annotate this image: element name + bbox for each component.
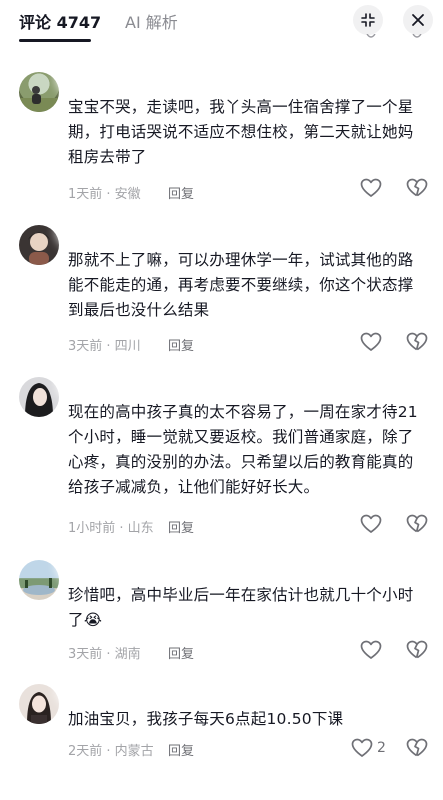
username-redacted (62, 368, 248, 396)
avatar-image (27, 692, 51, 724)
avatar[interactable] (19, 377, 59, 417)
collapse-arrows-icon (361, 13, 375, 27)
reply-button[interactable]: 回复 (168, 740, 194, 759)
comments-header: 评论 4747 AI 解析 (0, 0, 443, 42)
avatar[interactable] (19, 560, 59, 600)
comment-text: 珍惜吧，高中毕业后一年在家估计也就几十个小时了😭 (68, 586, 414, 629)
time-location: 3天前 · 湖南 (68, 647, 141, 662)
reply-button[interactable]: 回复 (168, 643, 194, 662)
reply-button[interactable]: 回复 (168, 335, 194, 354)
comment-text: 现在的高中孩子真的太不容易了，一周在家才待21个小时，睡一觉就又要返校。我们普通… (68, 403, 418, 496)
dislike-button[interactable] (406, 332, 428, 356)
close-icon (412, 14, 424, 26)
username-redacted (62, 551, 248, 579)
time-location: 1天前 · 安徽 (68, 187, 141, 202)
broken-heart-outline-icon (412, 34, 422, 38)
like-button[interactable] (360, 514, 382, 534)
close-button[interactable] (403, 5, 433, 35)
reply-button[interactable]: 回复 (168, 183, 194, 202)
comment-text: 加油宝贝，我孩子每天6点起10.50下课 (68, 710, 344, 728)
like-button[interactable] (360, 332, 382, 352)
avatar[interactable] (19, 684, 59, 724)
broken-heart-outline-icon (406, 640, 428, 659)
dislike-button[interactable] (406, 640, 428, 664)
tab-comments[interactable]: 评论 4747 (19, 9, 101, 33)
heart-outline-icon (360, 640, 382, 659)
username-redacted (62, 216, 248, 244)
like-count: 2 (377, 740, 386, 756)
time-location: 2天前 · 内蒙古 (68, 744, 154, 759)
like-button[interactable] (360, 640, 382, 660)
broken-heart-outline-icon (406, 514, 428, 533)
heart-outline-icon (360, 178, 382, 197)
avatar-image (19, 86, 59, 112)
heart-outline-icon (366, 34, 376, 38)
expand-button[interactable] (353, 5, 383, 35)
reply-button[interactable]: 回复 (168, 517, 194, 536)
like-button[interactable] (360, 178, 382, 198)
dislike-button[interactable] (406, 514, 428, 538)
avatar-image (25, 383, 53, 417)
broken-heart-outline-icon (406, 738, 428, 757)
avatar-image (23, 578, 55, 595)
like-button[interactable]: 2 (351, 738, 386, 758)
time-location: 3天前 · 四川 (68, 339, 141, 354)
broken-heart-outline-icon (406, 178, 428, 197)
username-redacted (62, 675, 248, 703)
time-location: 1小时前 · 山东 (68, 521, 154, 536)
heart-outline-icon (351, 738, 373, 757)
heart-outline-icon (360, 514, 382, 533)
comment-text: 宝宝不哭，走读吧，我丫头高一住宿舍撑了一个星期，打电话哭说不适应不想住校，第二天… (68, 98, 414, 166)
dislike-button[interactable] (406, 178, 428, 202)
dislike-button[interactable] (406, 738, 428, 762)
username-redacted (62, 63, 248, 91)
active-tab-indicator (19, 39, 91, 42)
heart-outline-icon (360, 332, 382, 351)
avatar[interactable] (19, 72, 59, 112)
avatar-image (28, 232, 50, 265)
tab-ai-analysis[interactable]: AI 解析 (125, 9, 178, 33)
comment-text: 那就不上了嘛，可以办理休学一年，试试其他的路能不能走的通，再考虑要不要继续，你这… (68, 251, 414, 319)
avatar[interactable] (19, 225, 59, 265)
broken-heart-outline-icon (406, 332, 428, 351)
